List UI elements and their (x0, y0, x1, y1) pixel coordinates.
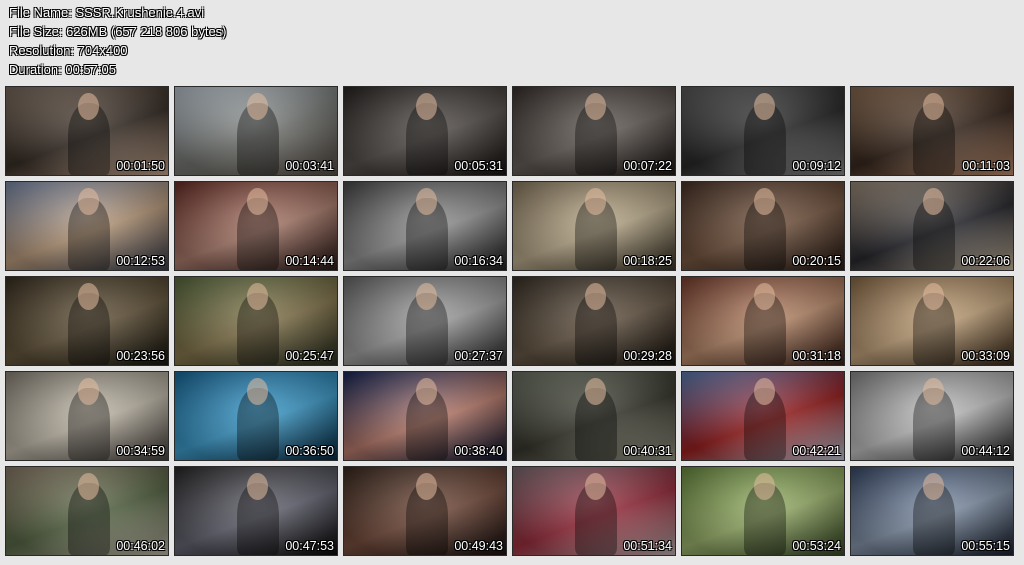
video-thumbnail: 00:42:21 (681, 371, 845, 461)
video-thumbnail: 00:16:34 (343, 181, 507, 271)
timestamp-label: 00:09:12 (792, 159, 841, 173)
timestamp-label: 00:47:53 (285, 539, 334, 553)
timestamp-label: 00:14:44 (285, 254, 334, 268)
timestamp-label: 00:49:43 (454, 539, 503, 553)
thumbnail-subject (405, 187, 448, 270)
timestamp-label: 00:40:31 (623, 444, 672, 458)
timestamp-label: 00:53:24 (792, 539, 841, 553)
video-thumbnail: 00:27:37 (343, 276, 507, 366)
thumbnail-subject (405, 377, 448, 460)
thumbnail-subject (574, 472, 617, 555)
thumbnail-subject (236, 377, 279, 460)
timestamp-label: 00:18:25 (623, 254, 672, 268)
thumbnail-subject (236, 282, 279, 365)
video-thumbnail: 00:20:15 (681, 181, 845, 271)
thumbnail-subject (67, 377, 110, 460)
timestamp-label: 00:12:53 (116, 254, 165, 268)
file-info-header: File Name: SSSR.Krushenie.4.avi File Siz… (9, 3, 227, 79)
video-thumbnail: 00:18:25 (512, 181, 676, 271)
thumbnail-subject (67, 187, 110, 270)
timestamp-label: 00:29:28 (623, 349, 672, 363)
file-size-text: File Size: 626MB (657 218 806 bytes) (9, 24, 227, 39)
timestamp-label: 00:34:59 (116, 444, 165, 458)
timestamp-label: 00:22:06 (961, 254, 1010, 268)
video-thumbnail: 00:14:44 (174, 181, 338, 271)
video-thumbnail: 00:51:34 (512, 466, 676, 556)
video-thumbnail: 00:40:31 (512, 371, 676, 461)
timestamp-label: 00:42:21 (792, 444, 841, 458)
thumbnail-subject (912, 377, 955, 460)
video-thumbnail: 00:36:50 (174, 371, 338, 461)
thumbnail-subject (574, 92, 617, 175)
thumbnail-subject (743, 282, 786, 365)
thumbnail-subject (67, 92, 110, 175)
thumbnail-subject (236, 472, 279, 555)
video-thumbnail: 00:25:47 (174, 276, 338, 366)
video-thumbnail: 00:47:53 (174, 466, 338, 556)
timestamp-label: 00:44:12 (961, 444, 1010, 458)
timestamp-label: 00:31:18 (792, 349, 841, 363)
thumbnail-grid: 00:01:50 00:03:41 00:05:31 00:07:22 00:09:12… (5, 86, 1014, 556)
timestamp-label: 00:36:50 (285, 444, 334, 458)
timestamp-label: 00:05:31 (454, 159, 503, 173)
thumbnail-subject (743, 377, 786, 460)
timestamp-label: 00:25:47 (285, 349, 334, 363)
thumbnail-subject (574, 187, 617, 270)
video-thumbnail: 00:46:02 (5, 466, 169, 556)
duration-text: Duration: 00:57:05 (9, 62, 116, 77)
thumbnail-subject (912, 282, 955, 365)
thumbnail-subject (912, 187, 955, 270)
thumbnail-subject (743, 472, 786, 555)
thumbnail-subject (405, 472, 448, 555)
file-name-text: File Name: SSSR.Krushenie.4.avi (9, 5, 205, 20)
video-thumbnail: 00:31:18 (681, 276, 845, 366)
video-thumbnail: 00:03:41 (174, 86, 338, 176)
thumbnail-subject (236, 92, 279, 175)
thumbnail-subject (574, 282, 617, 365)
timestamp-label: 00:46:02 (116, 539, 165, 553)
timestamp-label: 00:20:15 (792, 254, 841, 268)
timestamp-label: 00:03:41 (285, 159, 334, 173)
video-thumbnail: 00:07:22 (512, 86, 676, 176)
video-thumbnail: 00:38:40 (343, 371, 507, 461)
video-thumbnail: 00:49:43 (343, 466, 507, 556)
thumbnail-subject (236, 187, 279, 270)
video-thumbnail: 00:01:50 (5, 86, 169, 176)
thumbnail-subject (67, 282, 110, 365)
thumbnail-subject (405, 92, 448, 175)
timestamp-label: 00:07:22 (623, 159, 672, 173)
video-thumbnail: 00:55:15 (850, 466, 1014, 556)
video-thumbnail: 00:33:09 (850, 276, 1014, 366)
timestamp-label: 00:38:40 (454, 444, 503, 458)
timestamp-label: 00:51:34 (623, 539, 672, 553)
video-thumbnail: 00:05:31 (343, 86, 507, 176)
video-thumbnail: 00:29:28 (512, 276, 676, 366)
video-thumbnail: 00:34:59 (5, 371, 169, 461)
thumbnail-subject (743, 92, 786, 175)
thumbnail-subject (405, 282, 448, 365)
timestamp-label: 00:33:09 (961, 349, 1010, 363)
resolution-text: Resolution: 704x400 (9, 43, 128, 58)
thumbnail-subject (912, 472, 955, 555)
video-thumbnail: 00:22:06 (850, 181, 1014, 271)
thumbnail-subject (67, 472, 110, 555)
timestamp-label: 00:23:56 (116, 349, 165, 363)
timestamp-label: 00:01:50 (116, 159, 165, 173)
thumbnail-subject (743, 187, 786, 270)
video-thumbnail: 00:23:56 (5, 276, 169, 366)
video-thumbnail: 00:11:03 (850, 86, 1014, 176)
video-thumbnail: 00:09:12 (681, 86, 845, 176)
video-thumbnail: 00:53:24 (681, 466, 845, 556)
video-thumbnail: 00:12:53 (5, 181, 169, 271)
timestamp-label: 00:55:15 (961, 539, 1010, 553)
video-thumbnail: 00:44:12 (850, 371, 1014, 461)
thumbnail-subject (912, 92, 955, 175)
thumbnail-subject (574, 377, 617, 460)
timestamp-label: 00:11:03 (962, 159, 1010, 173)
timestamp-label: 00:16:34 (454, 254, 503, 268)
timestamp-label: 00:27:37 (454, 349, 503, 363)
